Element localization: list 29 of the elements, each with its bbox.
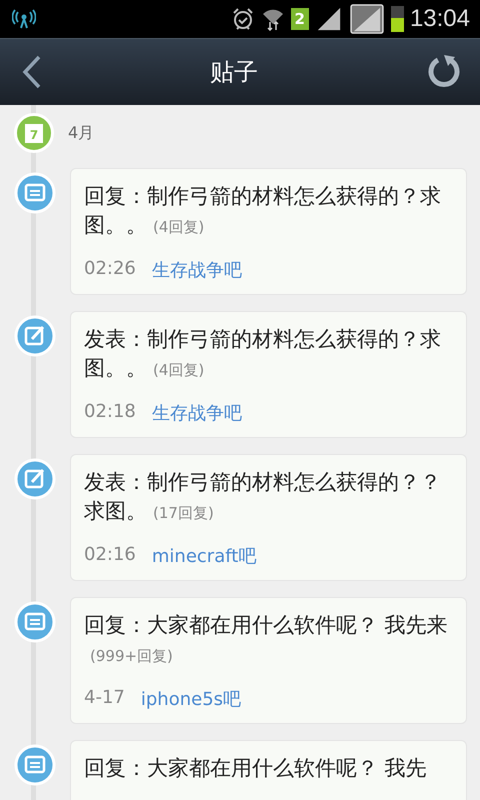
page-title: 贴子 bbox=[210, 57, 258, 88]
month-label: 4月 bbox=[68, 122, 94, 144]
post-card[interactable]: 发表：制作弓箭的材料怎么获得的？？求图。 (17回复) 02:16 minecraft吧 bbox=[70, 454, 467, 581]
post-title: 发表：制作弓箭的材料怎么获得的？求图。。 (4回复) bbox=[84, 326, 442, 382]
post-time: 02:16 bbox=[84, 544, 136, 567]
sim-badge: 2 bbox=[290, 8, 309, 30]
post-card[interactable]: 发表：制作弓箭的材料怎么获得的？求图。。 (4回复) 02:18 生存战争吧 bbox=[70, 311, 467, 438]
battery-icon bbox=[390, 6, 404, 32]
reply-icon bbox=[14, 172, 56, 214]
post-card[interactable]: 回复：大家都在用什么软件呢？ 我先来 (999+回复) 4-17 iphone5s吧 bbox=[70, 597, 467, 724]
calendar-icon: 7 bbox=[14, 113, 54, 153]
post-time: 4-17 bbox=[84, 687, 125, 710]
post-card[interactable]: 回复：制作弓箭的材料怎么获得的？求图。。 (4回复) 02:26 生存战争吧 bbox=[70, 168, 467, 295]
reply-icon bbox=[14, 744, 56, 786]
post-title: 回复：大家都在用什么软件呢？ 我先 bbox=[84, 755, 428, 782]
wifi-icon bbox=[260, 7, 284, 31]
post-time: 02:18 bbox=[84, 401, 136, 424]
post-title: 发表：制作弓箭的材料怎么获得的？？求图。 (17回复) bbox=[84, 469, 442, 525]
signal-icon bbox=[348, 4, 385, 34]
edit-icon bbox=[14, 315, 56, 357]
reply-icon bbox=[14, 601, 56, 643]
post-title: 回复：大家都在用什么软件呢？ 我先来 (999+回复) bbox=[84, 612, 449, 667]
post-card[interactable]: 回复：大家都在用什么软件呢？ 我先 bbox=[70, 740, 467, 800]
post-title: 回复：制作弓箭的材料怎么获得的？求图。。 (4回复) bbox=[84, 183, 442, 239]
tether-icon bbox=[12, 9, 36, 29]
alarm-icon bbox=[230, 7, 254, 31]
post-time: 02:26 bbox=[84, 258, 136, 281]
edit-icon bbox=[14, 458, 56, 500]
clock-time: 13:04 bbox=[410, 5, 470, 33]
